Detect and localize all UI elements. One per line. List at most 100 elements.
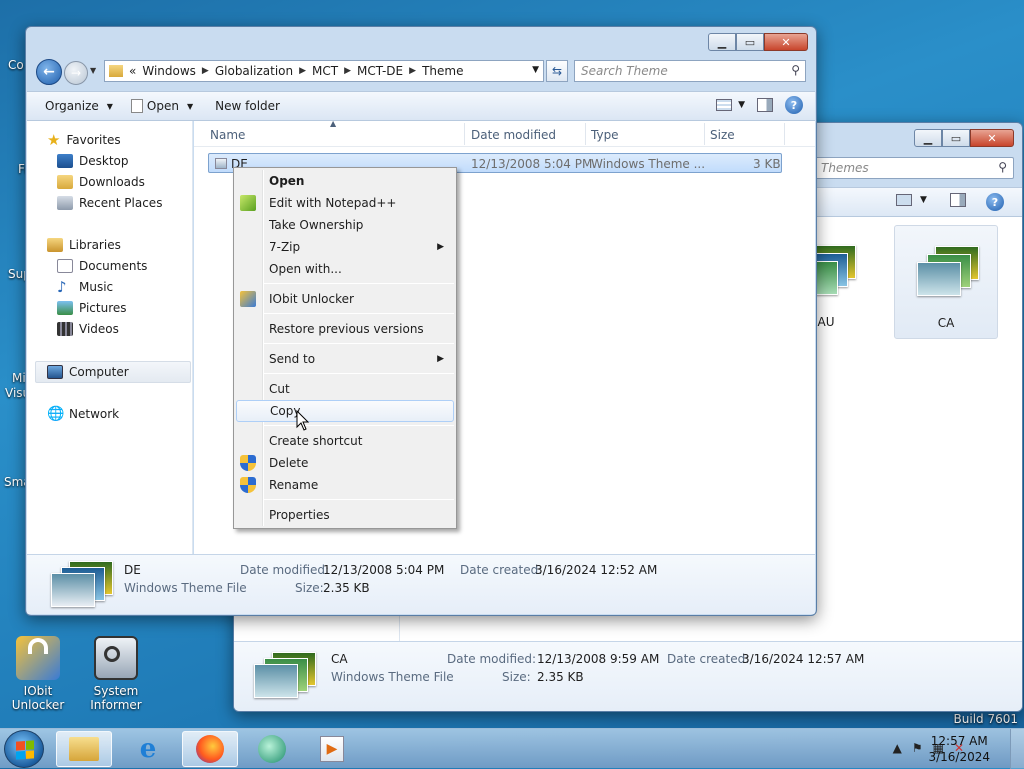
search-input[interactable]: Themes ⚲ — [814, 157, 1014, 179]
view-icon[interactable] — [896, 194, 912, 206]
menu-item-restore-previous-versions[interactable]: Restore previous versions — [236, 318, 454, 340]
show-hidden-icons-icon[interactable]: ▲ — [893, 741, 902, 755]
address-dropdown-icon[interactable]: ▼ — [532, 65, 539, 75]
gear-monitor-icon — [94, 636, 138, 680]
address-bar[interactable]: « Windows ▶ Globalization ▶ MCT ▶ MCT-DE… — [104, 60, 544, 82]
notepadpp-icon — [240, 195, 256, 211]
taskbar-media-player[interactable]: ▶ — [304, 731, 360, 767]
refresh-button[interactable]: ⇆ — [546, 60, 568, 82]
maximize-button[interactable]: ▭ — [942, 129, 970, 147]
column-headers: Name ▲ Date modified Type Size — [194, 119, 815, 147]
network-icon: 🌐 — [47, 406, 65, 422]
desktop-icon-partial[interactable]: Co — [8, 58, 24, 72]
start-button[interactable] — [4, 730, 44, 768]
menu-item-iobit-unlocker[interactable]: IObit Unlocker — [236, 288, 454, 310]
theme-file-icon — [51, 561, 113, 609]
organize-button[interactable]: Organize ▼ — [45, 99, 113, 113]
chevron-right-icon[interactable]: ▶ — [299, 66, 306, 76]
clock[interactable]: 12:57 AM 3/16/2024 — [928, 733, 990, 765]
nav-item-network[interactable]: 🌐 Network — [47, 405, 119, 423]
menu-item-open-with[interactable]: Open with... — [236, 258, 454, 280]
taskbar-explorer[interactable] — [56, 731, 112, 767]
chevron-right-icon[interactable]: ▶ — [344, 66, 351, 76]
nav-item-documents[interactable]: Documents — [57, 257, 147, 275]
close-button[interactable]: ✕ — [970, 129, 1014, 147]
menu-item-open[interactable]: Open — [236, 170, 454, 192]
back-button[interactable]: ← — [36, 59, 62, 85]
breadcrumb-overflow[interactable]: « — [129, 64, 136, 78]
menu-item-create-shortcut[interactable]: Create shortcut — [236, 430, 454, 452]
breadcrumb-item[interactable]: Globalization — [215, 64, 293, 78]
uac-shield-icon — [240, 477, 256, 493]
media-player-icon: ▶ — [320, 736, 344, 762]
nav-item-computer[interactable]: Computer — [47, 363, 129, 381]
submenu-arrow-icon: ▶ — [437, 242, 444, 252]
action-center-flag-icon[interactable]: ⚑ — [912, 741, 923, 755]
open-button[interactable]: Open ▼ — [130, 99, 193, 113]
nav-item-recent-places[interactable]: Recent Places — [57, 194, 162, 212]
menu-item-cut[interactable]: Cut — [236, 378, 454, 400]
recent-places-icon — [57, 196, 73, 210]
file-thumbnail[interactable]: CA — [894, 225, 998, 339]
desktop-icon-system-informer[interactable]: System Informer — [82, 636, 150, 712]
desktop-icon-partial[interactable]: Mi — [12, 371, 26, 385]
view-dropdown-icon[interactable]: ▼ — [738, 100, 745, 110]
close-button[interactable]: ✕ — [764, 33, 808, 51]
details-pane: DE Windows Theme File Date modified: 12/… — [27, 554, 815, 614]
nav-item-videos[interactable]: Videos — [57, 320, 119, 338]
menu-item-send-to[interactable]: Send to ▶ — [236, 348, 454, 370]
nav-item-music[interactable]: ♪ Music — [57, 278, 113, 296]
recent-pages-dropdown[interactable]: ▼ — [90, 66, 96, 75]
desktop-icon-iobit-unlocker[interactable]: IObit Unlocker — [4, 636, 72, 712]
view-icon[interactable] — [716, 99, 733, 111]
taskbar-internet-explorer[interactable]: e — [120, 731, 176, 767]
theme-file-icon — [254, 652, 316, 700]
context-menu: Open Edit with Notepad++ Take Ownership … — [233, 167, 457, 529]
breadcrumb-item[interactable]: MCT-DE — [357, 64, 403, 78]
refresh-icon: ⇆ — [551, 64, 563, 78]
menu-item-take-ownership[interactable]: Take Ownership — [236, 214, 454, 236]
nav-item-downloads[interactable]: Downloads — [57, 173, 145, 191]
nav-item-favorites[interactable]: ★ Favorites — [47, 131, 121, 149]
breadcrumb-item[interactable]: Theme — [422, 64, 463, 78]
windows-logo-icon — [16, 740, 34, 760]
folder-icon — [109, 65, 123, 77]
help-icon[interactable]: ? — [986, 193, 1004, 211]
column-header-size[interactable]: Size — [710, 128, 735, 142]
show-desktop-button[interactable] — [1010, 729, 1024, 769]
menu-item-rename[interactable]: Rename — [236, 474, 454, 496]
menu-item-7zip[interactable]: 7-Zip ▶ — [236, 236, 454, 258]
menu-item-edit-notepadpp[interactable]: Edit with Notepad++ — [236, 192, 454, 214]
nav-item-desktop[interactable]: Desktop — [57, 152, 129, 170]
nav-item-libraries[interactable]: Libraries — [47, 236, 121, 254]
new-folder-button[interactable]: New folder — [215, 99, 280, 113]
minimize-button[interactable]: ▁ — [914, 129, 942, 147]
column-header-date[interactable]: Date modified — [471, 128, 556, 142]
preview-pane-icon[interactable] — [950, 193, 966, 207]
help-icon[interactable]: ? — [785, 96, 803, 114]
minimize-button[interactable]: ▁ — [708, 33, 736, 51]
search-input[interactable]: Search Theme ⚲ — [574, 60, 806, 82]
column-header-type[interactable]: Type — [591, 128, 619, 142]
chevron-right-icon[interactable]: ▶ — [409, 66, 416, 76]
menu-item-properties[interactable]: Properties — [236, 504, 454, 526]
breadcrumb-item[interactable]: MCT — [312, 64, 338, 78]
menu-item-delete[interactable]: Delete — [236, 452, 454, 474]
videos-icon — [57, 322, 73, 336]
taskbar-firefox[interactable] — [182, 731, 238, 767]
view-dropdown-icon[interactable]: ▼ — [920, 195, 927, 205]
preview-pane-icon[interactable] — [757, 98, 773, 112]
libraries-icon — [47, 238, 63, 252]
menu-item-copy[interactable]: Copy — [236, 400, 454, 422]
taskbar: e ▶ ▲ ⚑ ▦ ✕ 12:57 AM 3/16/2024 — [0, 728, 1024, 769]
search-icon: ⚲ — [998, 160, 1007, 174]
document-icon — [130, 99, 143, 113]
breadcrumb-item[interactable]: Windows — [142, 64, 196, 78]
maximize-button[interactable]: ▭ — [736, 33, 764, 51]
column-header-name[interactable]: Name — [210, 128, 245, 142]
taskbar-app[interactable] — [244, 731, 300, 767]
chevron-right-icon[interactable]: ▶ — [202, 66, 209, 76]
nav-item-pictures[interactable]: Pictures — [57, 299, 127, 317]
chevron-down-icon: ▼ — [106, 101, 113, 111]
forward-button[interactable]: → — [64, 61, 88, 85]
